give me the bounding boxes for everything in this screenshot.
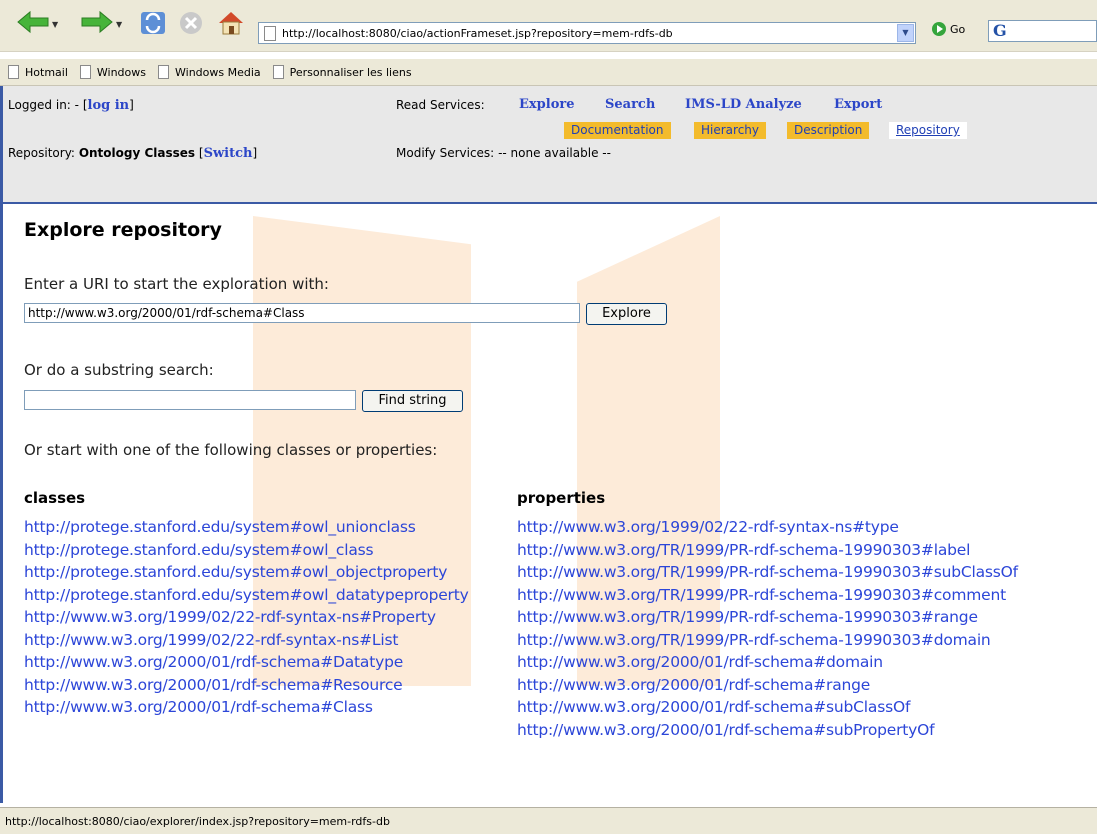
tab-repository[interactable]: Repository <box>889 122 967 139</box>
class-link[interactable]: http://www.w3.org/2000/01/rdf-schema#Res… <box>24 674 469 697</box>
switch-link[interactable]: Switch <box>204 146 253 161</box>
property-link[interactable]: http://www.w3.org/2000/01/rdf-schema#dom… <box>517 651 1018 674</box>
class-link[interactable]: http://www.w3.org/1999/02/22-rdf-syntax-… <box>24 606 469 629</box>
class-link[interactable]: http://protege.stanford.edu/system#owl_c… <box>24 539 469 562</box>
google-logo-icon: G <box>993 21 1007 40</box>
page-icon <box>264 25 276 41</box>
stop-button[interactable] <box>178 10 204 40</box>
properties-heading: properties <box>517 489 606 507</box>
substring-search-input[interactable] <box>24 390 356 410</box>
log-in-link[interactable]: log in <box>88 98 130 113</box>
links-bar: Hotmail Windows Windows Media Personnali… <box>0 58 1097 86</box>
classes-heading: classes <box>24 489 86 507</box>
class-link[interactable]: http://protege.stanford.edu/system#owl_u… <box>24 516 469 539</box>
refresh-icon <box>139 10 167 40</box>
property-link[interactable]: http://www.w3.org/TR/1999/PR-rdf-schema-… <box>517 584 1018 607</box>
link-label: Hotmail <box>25 65 68 79</box>
forward-button[interactable]: ▼ <box>80 10 122 38</box>
repository-name: Ontology Classes <box>78 146 196 160</box>
page-icon <box>158 65 169 79</box>
classes-list: http://protege.stanford.edu/system#owl_u… <box>24 516 469 719</box>
property-link[interactable]: http://www.w3.org/2000/01/rdf-schema#sub… <box>517 719 1018 742</box>
property-link[interactable]: http://www.w3.org/TR/1999/PR-rdf-schema-… <box>517 539 1018 562</box>
export-service-link[interactable]: Export <box>834 97 882 112</box>
start-prompt: Or start with one of the following class… <box>24 441 438 459</box>
explore-service-link[interactable]: Explore <box>519 97 574 112</box>
login-status: Logged in: - [log in] <box>8 98 134 113</box>
property-link[interactable]: http://www.w3.org/2000/01/rdf-schema#ran… <box>517 674 1018 697</box>
uri-input[interactable] <box>24 303 580 323</box>
property-link[interactable]: http://www.w3.org/TR/1999/PR-rdf-schema-… <box>517 606 1018 629</box>
search-service-link[interactable]: Search <box>605 97 655 112</box>
page-icon <box>8 65 19 79</box>
link-label: Windows <box>96 65 146 79</box>
tab-documentation[interactable]: Documentation <box>564 122 671 139</box>
class-link[interactable]: http://www.w3.org/2000/01/rdf-schema#Cla… <box>24 696 469 719</box>
stop-icon <box>178 10 204 40</box>
class-link[interactable]: http://www.w3.org/2000/01/rdf-schema#Dat… <box>24 651 469 674</box>
back-dropdown-icon[interactable]: ▼ <box>52 20 58 29</box>
google-toolbar-search[interactable]: G <box>988 20 1097 42</box>
browser-toolbar: ▼ ▼ http://localhost:8080/ciao/actionFra… <box>0 0 1097 52</box>
property-link[interactable]: http://www.w3.org/2000/01/rdf-schema#sub… <box>517 696 1018 719</box>
properties-list: http://www.w3.org/1999/02/22-rdf-syntax-… <box>517 516 1018 741</box>
modify-services-label: Modify Services: <box>396 146 495 160</box>
modify-services-value: -- none available -- <box>498 146 611 160</box>
page-icon <box>272 65 284 79</box>
address-bar[interactable]: http://localhost:8080/ciao/actionFramese… <box>258 22 916 44</box>
property-link[interactable]: http://www.w3.org/TR/1999/PR-rdf-schema-… <box>517 629 1018 652</box>
main-content: Explore repository Enter a URI to start … <box>0 204 1097 802</box>
status-text: http://localhost:8080/ciao/explorer/inde… <box>5 814 390 828</box>
link-windows[interactable]: Windows <box>79 65 146 79</box>
go-button[interactable]: Go <box>932 22 965 36</box>
substring-prompt: Or do a substring search: <box>24 361 214 379</box>
uri-prompt: Enter a URI to start the exploration wit… <box>24 275 329 293</box>
link-label: Windows Media <box>175 65 261 79</box>
back-button[interactable]: ▼ <box>16 10 58 38</box>
explore-button[interactable]: Explore <box>586 303 667 325</box>
status-bar: http://localhost:8080/ciao/explorer/inde… <box>0 807 1097 834</box>
property-link[interactable]: http://www.w3.org/1999/02/22-rdf-syntax-… <box>517 516 1018 539</box>
class-link[interactable]: http://protege.stanford.edu/system#owl_o… <box>24 561 469 584</box>
find-string-button[interactable]: Find string <box>362 390 463 412</box>
go-label: Go <box>950 22 966 36</box>
tab-description[interactable]: Description <box>787 122 870 139</box>
forward-dropdown-icon[interactable]: ▼ <box>116 20 122 29</box>
link-hotmail[interactable]: Hotmail <box>8 65 68 79</box>
forward-arrow-icon <box>80 10 114 38</box>
class-link[interactable]: http://protege.stanford.edu/system#owl_d… <box>24 584 469 607</box>
property-link[interactable]: http://www.w3.org/TR/1999/PR-rdf-schema-… <box>517 561 1018 584</box>
link-personnaliser[interactable]: Personnaliser les liens <box>272 65 412 79</box>
home-icon <box>216 10 246 40</box>
page-icon <box>79 65 91 79</box>
page-title: Explore repository <box>24 219 222 241</box>
repository-status: Repository: Ontology Classes [Switch] <box>8 146 258 161</box>
go-icon <box>932 22 946 36</box>
link-label: Personnaliser les liens <box>289 65 412 79</box>
address-dropdown-icon[interactable]: ▼ <box>897 24 914 42</box>
ims-ld-analyze-link[interactable]: IMS-LD Analyze <box>685 97 802 112</box>
read-services-label: Read Services: <box>396 98 485 112</box>
modify-services: Modify Services: -- none available -- <box>396 146 611 160</box>
class-link[interactable]: http://www.w3.org/1999/02/22-rdf-syntax-… <box>24 629 469 652</box>
refresh-button[interactable] <box>139 10 167 40</box>
home-button[interactable] <box>216 10 246 40</box>
back-arrow-icon <box>16 10 50 38</box>
address-url[interactable]: http://localhost:8080/ciao/actionFramese… <box>282 27 673 40</box>
tab-hierarchy[interactable]: Hierarchy <box>694 122 767 139</box>
repository-label: Repository: <box>8 146 75 160</box>
link-windows-media[interactable]: Windows Media <box>158 65 261 79</box>
logged-in-label: Logged in: - <box>8 98 79 112</box>
